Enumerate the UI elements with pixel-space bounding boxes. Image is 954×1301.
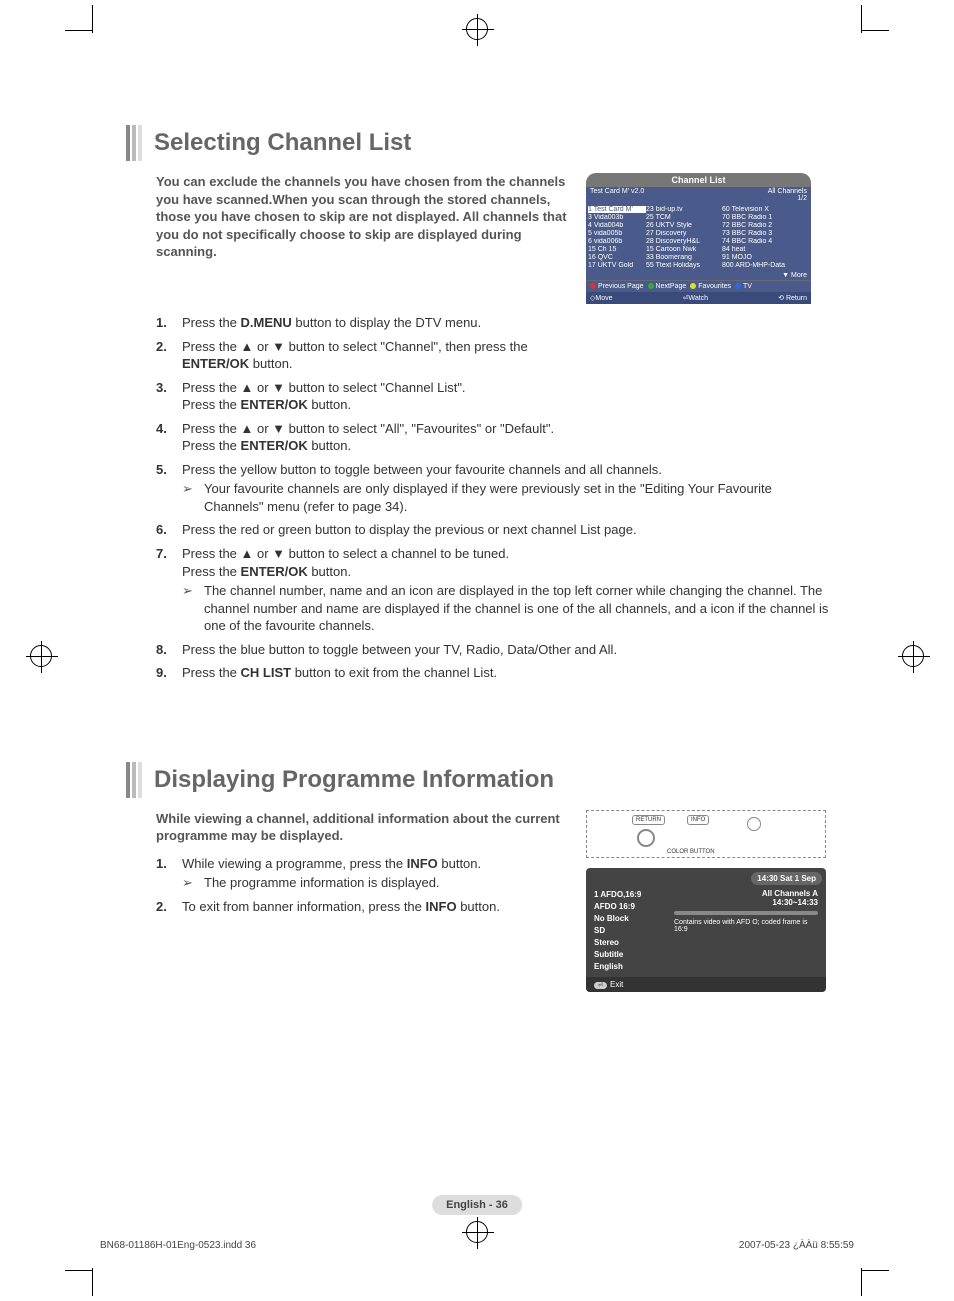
info-time-range: 14:30~14:33 bbox=[674, 898, 818, 907]
registration-mark-icon bbox=[466, 18, 488, 40]
channel-list-row: 6 vida006b28 DiscoveryH&L74 BBC Radio 4 bbox=[588, 237, 809, 245]
section1-steps: 1.Press the D.MENU button to display the… bbox=[156, 314, 831, 682]
section1-intro: You can exclude the channels you have ch… bbox=[156, 173, 576, 261]
cl-blue: TV bbox=[743, 283, 752, 290]
info-attr-line: Subtitle bbox=[594, 949, 674, 961]
remote-dpad-icon bbox=[637, 829, 655, 847]
crop-mark bbox=[861, 1268, 862, 1296]
footer-timestamp: 2007-05-23 ¿ÀÀü 8:55:59 bbox=[739, 1240, 854, 1251]
cl-source: Test Card M' v2.0 bbox=[590, 188, 644, 202]
info-right-col: All Channels A 14:30~14:33 Contains vide… bbox=[674, 889, 818, 973]
cl-more: ▼ More bbox=[586, 271, 811, 280]
info-attr-line: English bbox=[594, 961, 674, 973]
info-description: Contains video with AFD O; coded frame i… bbox=[674, 919, 818, 933]
crop-mark bbox=[92, 1268, 93, 1296]
section2-title: Displaying Programme Information bbox=[154, 766, 554, 794]
cl-watch: Watch bbox=[688, 295, 708, 302]
info-panel: 14:30 Sat 1 Sep 1 AFDO,16:9AFDO 16:9No B… bbox=[586, 868, 826, 992]
step-item: 3.Press the ▲ or ▼ button to select "Cha… bbox=[156, 379, 831, 414]
section1-intro-block: You can exclude the channels you have ch… bbox=[156, 173, 831, 304]
remote-colorbutton-label: COLOR BUTTON bbox=[667, 849, 715, 855]
manual-page: Selecting Channel List You can exclude t… bbox=[0, 0, 954, 1301]
section2-intro: While viewing a channel, additional info… bbox=[156, 810, 576, 845]
cl-yellow: Favourites bbox=[698, 283, 731, 290]
step-item: 4.Press the ▲ or ▼ button to select "All… bbox=[156, 420, 831, 455]
step-item: 8.Press the blue button to toggle betwee… bbox=[156, 641, 831, 659]
step-item: 1.While viewing a programme, press the I… bbox=[156, 855, 576, 892]
info-attr-line: 1 AFDO,16:9 bbox=[594, 889, 674, 901]
crop-mark bbox=[92, 5, 93, 33]
channel-list-subheader: Test Card M' v2.0 All Channels 1/2 bbox=[586, 187, 811, 203]
step-item: 2.To exit from banner information, press… bbox=[156, 898, 576, 916]
content-area: Selecting Channel List You can exclude t… bbox=[126, 125, 831, 992]
info-exit-label: Exit bbox=[610, 980, 623, 989]
info-progress-bar bbox=[674, 911, 818, 915]
cl-move: Move bbox=[595, 295, 612, 302]
step-item: 1.Press the D.MENU button to display the… bbox=[156, 314, 831, 332]
cl-page: 1/2 bbox=[797, 195, 807, 202]
remote-info-label: INFO bbox=[687, 815, 709, 825]
registration-mark-icon bbox=[902, 645, 924, 667]
channel-list-title: Channel List bbox=[586, 173, 811, 187]
crop-mark bbox=[65, 1270, 93, 1271]
step-item: 6.Press the red or green button to displ… bbox=[156, 521, 831, 539]
remote-button-icon bbox=[747, 817, 761, 831]
remote-return-label: RETURN bbox=[632, 815, 665, 825]
step-item: 7.Press the ▲ or ▼ button to select a ch… bbox=[156, 545, 831, 635]
info-attr-line: AFDO 16:9 bbox=[594, 901, 674, 913]
crop-mark bbox=[861, 1270, 889, 1271]
title-bar-icon bbox=[126, 125, 144, 161]
section2: Displaying Programme Information While v… bbox=[126, 762, 831, 992]
crop-mark bbox=[65, 30, 93, 31]
channel-list-row: 4 Vida004b26 UKTV Style72 BBC Radio 2 bbox=[588, 221, 809, 229]
channel-list-row: 16 QVC33 Boomerang91 MOJO bbox=[588, 253, 809, 261]
cl-green: NextPage bbox=[656, 283, 687, 290]
info-attr-line: Stereo bbox=[594, 937, 674, 949]
registration-mark-icon bbox=[30, 645, 52, 667]
step-item: 2.Press the ▲ or ▼ button to select "Cha… bbox=[156, 338, 831, 373]
info-all-channels: All Channels A bbox=[674, 889, 818, 898]
info-attr-line: No Block bbox=[594, 913, 674, 925]
section2-row: While viewing a channel, additional info… bbox=[156, 810, 831, 992]
channel-list-row: 5 vida005b27 Discovery73 BBC Radio 3 bbox=[588, 229, 809, 237]
step-item: 9.Press the CH LIST button to exit from … bbox=[156, 664, 831, 682]
channel-list-row: 15 Ch 1515 Cartoon Nwk84 heat bbox=[588, 245, 809, 253]
channel-list-row: 17 UKTV Gold55 Ttext Holidays800 ARD-MHP… bbox=[588, 261, 809, 269]
section2-left: While viewing a channel, additional info… bbox=[156, 810, 576, 922]
cl-red: Previous Page bbox=[598, 283, 644, 290]
section2-right: RETURN INFO COLOR BUTTON 14:30 Sat 1 Sep… bbox=[586, 810, 826, 992]
cl-return: Return bbox=[786, 295, 807, 302]
info-attributes: 1 AFDO,16:9AFDO 16:9No BlockSDStereoSubt… bbox=[594, 889, 674, 973]
channel-list-panel: Channel List Test Card M' v2.0 All Chann… bbox=[586, 173, 811, 304]
page-number: English - 36 bbox=[432, 1195, 522, 1215]
crop-mark bbox=[861, 5, 862, 33]
info-exit-row: ⏎Exit bbox=[586, 977, 826, 992]
cl-action-row: ◇Move ⏎Watch ⟲ Return bbox=[586, 292, 811, 304]
info-datetime: 14:30 Sat 1 Sep bbox=[751, 872, 822, 885]
step-item: 5.Press the yellow button to toggle betw… bbox=[156, 461, 831, 516]
info-attr-line: SD bbox=[594, 925, 674, 937]
cl-allchannels: All Channels bbox=[768, 188, 807, 195]
section-title-row: Selecting Channel List bbox=[126, 125, 831, 161]
info-exit-icon: ⏎ bbox=[594, 982, 607, 989]
crop-mark bbox=[861, 30, 889, 31]
remote-diagram: RETURN INFO COLOR BUTTON bbox=[586, 810, 826, 858]
title-bar-icon bbox=[126, 762, 144, 798]
channel-list-row: 3 Vida003b25 TCM70 BBC Radio 1 bbox=[588, 213, 809, 221]
cl-legend-row: Previous Page NextPage Favourites TV bbox=[586, 280, 811, 292]
section2-steps: 1.While viewing a programme, press the I… bbox=[156, 855, 576, 916]
footer-filename: BN68-01186H-01Eng-0523.indd 36 bbox=[100, 1240, 256, 1251]
registration-mark-icon bbox=[466, 1221, 488, 1243]
channel-list-body: 1 Test Card M'23 bid-up.tv60 Television … bbox=[586, 203, 811, 271]
section-title: Selecting Channel List bbox=[154, 129, 411, 157]
channel-list-row: 1 Test Card M'23 bid-up.tv60 Television … bbox=[588, 205, 809, 213]
section-title-row: Displaying Programme Information bbox=[126, 762, 831, 798]
